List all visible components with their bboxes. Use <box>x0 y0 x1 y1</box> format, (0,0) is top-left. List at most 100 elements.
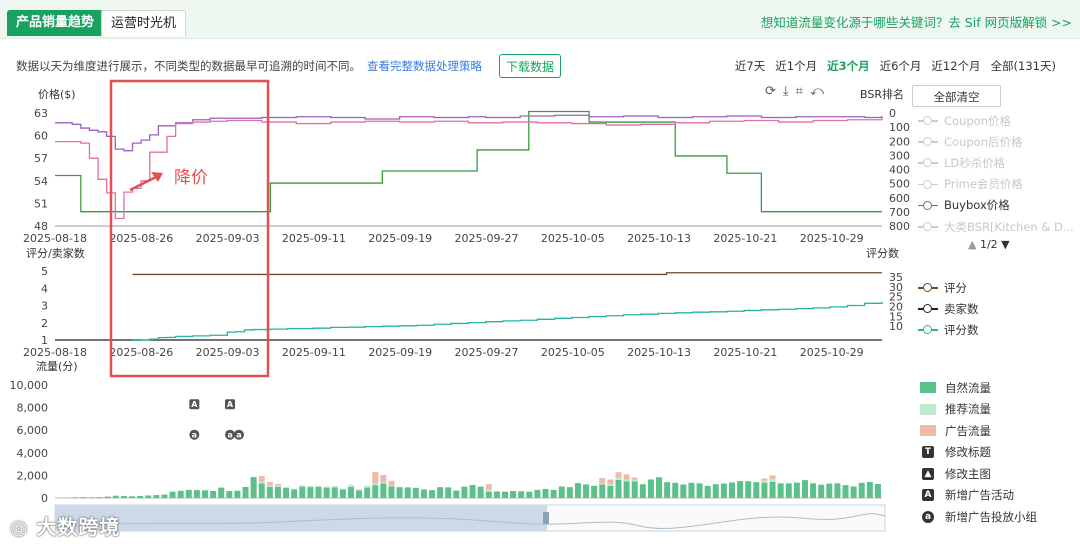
x-tick-label: 2025-10-13 <box>627 346 691 359</box>
price-bsr-chart: 价格($) BSR排名485154576063 010020030040050060… <box>23 87 910 245</box>
traffic-bar <box>129 496 136 498</box>
title-edit-icon: T <box>922 446 934 459</box>
x-tick-label: 2025-09-03 <box>196 232 260 245</box>
traffic-bar <box>137 495 144 498</box>
x-tick-label: 2025-09-03 <box>196 346 260 359</box>
legend3-item-2[interactable]: 广告流量 <box>920 420 1037 442</box>
legend1-item-4[interactable]: Buybox价格 <box>918 195 1074 216</box>
legend3-item-0[interactable]: 自然流量 <box>920 377 1037 399</box>
traffic-bar <box>834 483 841 498</box>
legend-label: 评分 <box>944 280 967 295</box>
traffic-legend: 自然流量推荐流量 广告流量 T 修改标题 ▲ 修改主图 A 新增广告活动 a 新增广告投放小组 <box>920 377 1037 528</box>
legend2-item-1[interactable]: 卖家数 <box>918 298 979 319</box>
traffic-bar <box>574 483 581 498</box>
y2-tick-label: 700 <box>889 206 910 219</box>
legend3-item-4[interactable]: ▲ 修改主图 <box>920 463 1037 485</box>
overview-selection <box>55 505 547 531</box>
watermark-text: 大数跨境 <box>36 515 121 539</box>
traffic-bar <box>234 490 241 498</box>
y-tick-label: 2,000 <box>17 469 49 482</box>
legend3-item-1[interactable]: 推荐流量 <box>920 399 1037 421</box>
traffic-bar <box>380 483 387 498</box>
legend1-item-1[interactable]: Coupon后价格 <box>918 131 1074 152</box>
traffic-bar <box>283 487 290 498</box>
traffic-bar <box>331 487 338 498</box>
legend3-item-6[interactable]: a 新增广告投放小组 <box>920 506 1037 528</box>
traffic-bar <box>258 476 265 482</box>
legend2-item-0[interactable]: 评分 <box>918 277 979 298</box>
legend-line-icon <box>918 178 938 190</box>
legend-swatch <box>920 382 936 394</box>
traffic-bar <box>518 491 525 498</box>
traffic-bar <box>583 484 590 498</box>
x-tick-label: 2025-09-11 <box>282 346 346 359</box>
traffic-bar <box>599 483 606 485</box>
y2-tick-label: 400 <box>889 164 910 177</box>
y-tick-label: 6,000 <box>17 424 49 437</box>
traffic-bar <box>364 485 371 488</box>
traffic-bar <box>437 487 444 498</box>
traffic-bar <box>542 488 549 498</box>
traffic-bar <box>850 486 857 498</box>
traffic-bar <box>501 491 508 498</box>
traffic-bar <box>404 487 411 498</box>
x-tick-label: 2025-09-19 <box>368 232 432 245</box>
annotation-arrow-head <box>151 172 163 182</box>
legend2-item-2[interactable]: 评分数 <box>918 319 979 340</box>
legend1-item-0[interactable]: Coupon价格 <box>918 110 1074 131</box>
traffic-bar <box>210 490 217 498</box>
traffic-bar <box>777 483 784 498</box>
legend1-item-3[interactable]: Prime会员价格 <box>918 174 1074 195</box>
legend1-item-5[interactable]: 大类BSR[Kitchen & D... <box>918 216 1074 237</box>
traffic-bar <box>461 486 468 498</box>
x-tick-label: 2025-08-18 <box>23 232 87 245</box>
traffic-bar <box>372 472 379 484</box>
traffic-bar <box>104 496 111 498</box>
legend1-item-2[interactable]: LD秒杀价格 <box>918 152 1074 173</box>
traffic-bar <box>737 481 744 498</box>
legend-label: LD秒杀价格 <box>944 155 1006 170</box>
ad-campaign-icon: A <box>922 489 934 502</box>
y2-tick-label: 200 <box>889 135 910 148</box>
annotation-arrow <box>129 174 159 192</box>
pager-next-icon[interactable]: ▼ <box>1001 238 1009 251</box>
traffic-bar <box>339 488 346 490</box>
traffic-bar <box>631 481 638 498</box>
legend-pager[interactable]: ▲ 1/2 ▼ <box>968 238 1010 251</box>
traffic-bar <box>250 477 257 498</box>
x-tick-label: 2025-08-26 <box>109 346 173 359</box>
traffic-bar <box>347 484 354 487</box>
traffic-bar <box>623 479 630 482</box>
traffic-bar <box>364 487 371 498</box>
y2-axis-title: BSR排名 <box>860 87 904 101</box>
traffic-bar <box>858 482 865 498</box>
traffic-bar <box>801 480 808 498</box>
legend-swatch <box>920 425 936 437</box>
traffic-bar <box>299 485 306 487</box>
x-tick-label: 2025-09-27 <box>455 232 519 245</box>
traffic-bar <box>145 495 152 498</box>
legend-label: 修改主图 <box>945 466 991 481</box>
traffic-bar <box>331 486 338 488</box>
legend-swatch <box>920 403 936 415</box>
series-line-Buybox价格 <box>55 110 882 213</box>
traffic-bar <box>753 482 760 498</box>
legend-label: 自然流量 <box>945 380 991 395</box>
legend3-item-3[interactable]: T 修改标题 <box>920 442 1037 464</box>
y2-tick-label: 0 <box>889 107 896 120</box>
traffic-bar <box>720 483 727 498</box>
legend-label: Prime会员价格 <box>944 177 1023 192</box>
traffic-bar <box>550 489 557 498</box>
traffic-bar <box>696 483 703 498</box>
event-marker-glyph: A <box>227 400 234 409</box>
legend-label: 评分数 <box>944 322 979 337</box>
traffic-bar <box>177 490 184 498</box>
traffic-bar <box>712 484 719 498</box>
traffic-bar <box>810 483 817 498</box>
traffic-bar <box>380 474 387 483</box>
traffic-bar <box>120 495 127 498</box>
pager-prev-icon[interactable]: ▲ <box>968 238 976 251</box>
traffic-bar <box>769 475 776 480</box>
legend3-item-5[interactable]: A 新增广告活动 <box>920 485 1037 507</box>
traffic-bar <box>639 484 646 498</box>
